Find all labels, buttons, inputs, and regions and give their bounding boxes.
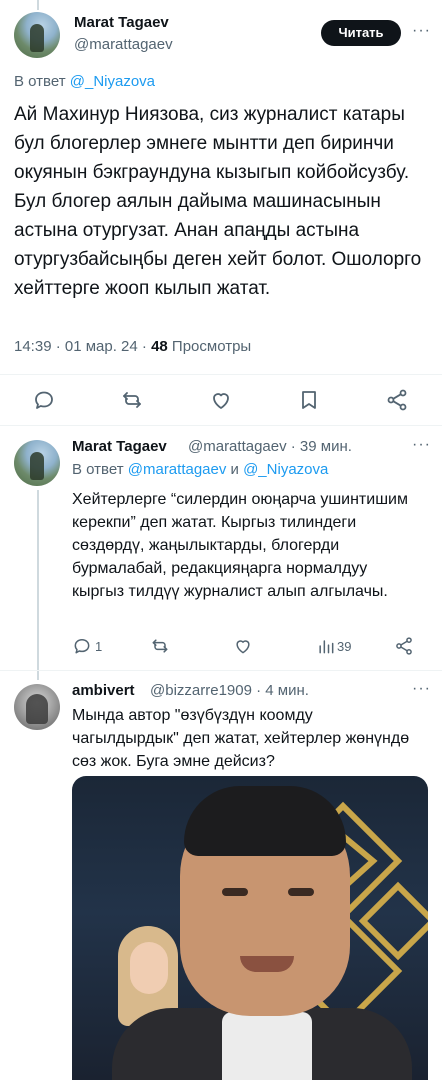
divider bbox=[0, 374, 442, 375]
avatar[interactable] bbox=[14, 684, 60, 730]
like-icon[interactable] bbox=[233, 636, 257, 660]
bookmark-icon[interactable] bbox=[297, 388, 321, 412]
reply-icon[interactable] bbox=[32, 388, 56, 412]
person-hair bbox=[184, 786, 346, 856]
tweet-text: Мында автор "өзүбүздүн коомду чагылдырды… bbox=[72, 707, 410, 770]
tweet-text: Хейтерлерге “силердин оюңарча ушинтишим … bbox=[72, 491, 408, 600]
views-count: 48 bbox=[151, 338, 168, 355]
reply-to-line: В ответ @marattagaev и @_Niyazova bbox=[72, 461, 328, 478]
reply-count: 1 bbox=[95, 639, 103, 654]
person-background-face bbox=[130, 942, 168, 994]
author-name[interactable]: Marat Tagaev bbox=[72, 438, 167, 455]
author-name[interactable]: ambivert bbox=[72, 682, 135, 699]
author-handle-time[interactable]: @bizzarre1909 · 4 мин. bbox=[150, 682, 309, 699]
more-icon[interactable]: ··· bbox=[412, 22, 431, 40]
more-icon[interactable]: ··· bbox=[412, 680, 431, 698]
read-button[interactable]: Читать bbox=[321, 20, 401, 46]
reply-to-prefix: В ответ bbox=[14, 73, 66, 90]
author-handle-time[interactable]: @marattagaev · 39 мин. bbox=[188, 438, 352, 455]
person-eye bbox=[222, 888, 248, 896]
more-icon[interactable]: ··· bbox=[412, 436, 431, 454]
mention-link[interactable]: @_Niyazova bbox=[243, 461, 328, 478]
timestamp[interactable]: 14:39 · 01 мар. 24 · bbox=[14, 338, 151, 355]
views-label: Просмотры bbox=[167, 338, 252, 355]
divider bbox=[0, 425, 442, 426]
person-shirt bbox=[222, 1012, 312, 1080]
retweet-icon[interactable] bbox=[150, 636, 174, 660]
author-name[interactable]: Marat Tagaev bbox=[74, 14, 169, 31]
mention-link[interactable]: @_Niyazova bbox=[70, 73, 155, 90]
views-count: 39 bbox=[337, 639, 352, 654]
author-handle[interactable]: @marattagaev bbox=[74, 36, 173, 53]
share-icon[interactable] bbox=[385, 388, 409, 412]
tweet-text: Ай Махинур Ниязова, сиз журналист катары… bbox=[14, 104, 422, 299]
thread-line-reply bbox=[37, 490, 39, 680]
avatar[interactable] bbox=[14, 12, 60, 58]
thread-line-top bbox=[37, 0, 39, 10]
mention-link[interactable]: @marattagaev bbox=[128, 461, 227, 478]
tweet-meta: 14:39 · 01 мар. 24 · 48 Просмотры bbox=[14, 338, 251, 355]
reply-to-prefix: В ответ bbox=[72, 461, 128, 478]
share-icon[interactable] bbox=[394, 636, 418, 660]
reply-icon[interactable] bbox=[72, 636, 96, 660]
retweet-icon[interactable] bbox=[120, 388, 144, 412]
divider bbox=[0, 670, 442, 671]
like-icon[interactable] bbox=[209, 388, 233, 412]
video-thumbnail[interactable] bbox=[72, 776, 428, 1080]
avatar[interactable] bbox=[14, 440, 60, 486]
person-mouth bbox=[240, 956, 294, 972]
reply-to-line: В ответ @_Niyazova bbox=[14, 73, 155, 90]
reply-to-and: и bbox=[226, 461, 244, 478]
person-eye bbox=[288, 888, 314, 896]
